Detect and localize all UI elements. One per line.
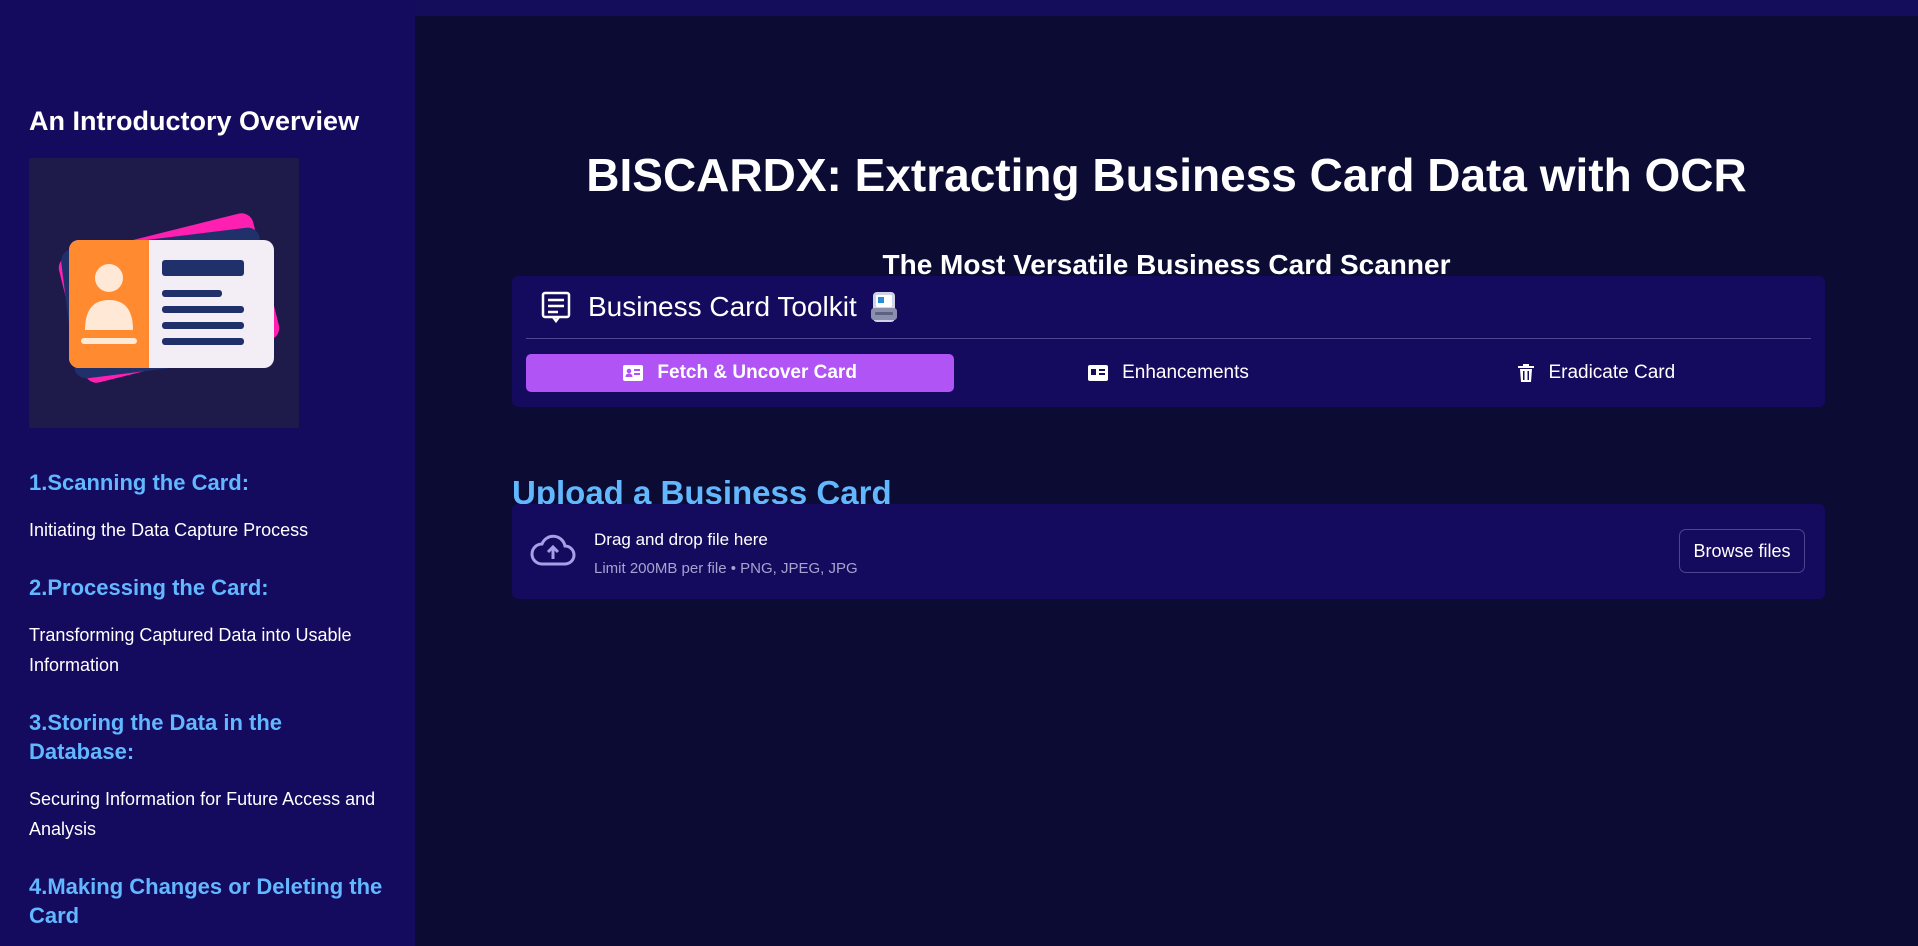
business-card-illustration <box>29 158 299 428</box>
toolkit-header: Business Card Toolkit <box>526 276 1811 339</box>
sidebar-title: An Introductory Overview <box>29 106 360 136</box>
card-scanner-icon <box>870 292 897 322</box>
file-dropzone[interactable]: Drag and drop file here Limit 200MB per … <box>512 504 1825 599</box>
receipt-icon <box>541 291 571 324</box>
step-4-title: 4.Making Changes or Deleting the Card <box>29 874 383 928</box>
toolkit-menu: Business Card Toolkit Fetch & Uncover Ca… <box>512 276 1825 407</box>
tab-fetch-uncover-card[interactable]: Fetch & Uncover Card <box>526 354 955 392</box>
tab-fetch-label: Fetch & Uncover Card <box>657 362 857 383</box>
step-2-title: 2.Processing the Card: <box>29 575 269 600</box>
trash-icon <box>1518 364 1535 382</box>
dropzone-limit-text: Limit 200MB per file • PNG, JPEG, JPG <box>594 560 858 577</box>
main-content: BISCARDX: Extracting Business Card Data … <box>415 16 1918 946</box>
step-3-title: 3.Storing the Data in the Database: <box>29 710 283 764</box>
id-card-icon <box>623 365 644 381</box>
tab-enhancements[interactable]: Enhancements <box>954 354 1382 392</box>
toolkit-title: Business Card Toolkit <box>588 291 857 322</box>
tab-eradicate-label: Eradicate Card <box>1548 362 1676 383</box>
sidebar: An Introductory Overview 1.Scanning the … <box>0 0 415 946</box>
step-3-description: Securing Information for Future Access a… <box>29 789 376 839</box>
toolkit-tabs: Fetch & Uncover Card Enhancements Eradic… <box>526 354 1811 392</box>
tab-enhancements-label: Enhancements <box>1122 362 1249 383</box>
id-card-icon <box>1088 365 1109 381</box>
tab-eradicate-card[interactable]: Eradicate Card <box>1383 354 1811 392</box>
page-title: BISCARDX: Extracting Business Card Data … <box>586 148 1747 201</box>
browse-files-button[interactable]: Browse files <box>1679 529 1805 573</box>
step-2-description: Transforming Captured Data into Usable I… <box>29 625 352 675</box>
step-1-title: 1.Scanning the Card: <box>29 470 250 495</box>
step-1-description: Initiating the Data Capture Process <box>29 520 309 540</box>
dropzone-label: Drag and drop file here <box>594 530 768 549</box>
cloud-upload-icon <box>530 534 576 566</box>
